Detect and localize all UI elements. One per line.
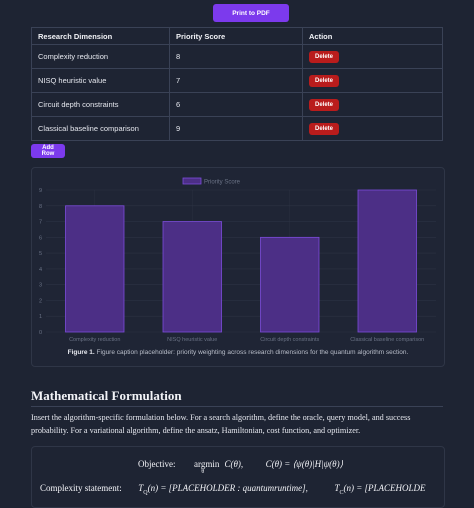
score-cell: 9	[169, 116, 303, 141]
action-cell: Delete	[302, 92, 443, 117]
objective-expression: C(θ),	[222, 459, 244, 469]
dimension-cell: Complexity reduction	[31, 44, 170, 69]
chart-bar	[260, 236, 320, 333]
delete-row-button[interactable]: Delete	[309, 122, 340, 135]
table-header-row: Research Dimension Priority Score Action	[31, 27, 443, 45]
table-row: NISQ heuristic value 7 Delete	[31, 68, 443, 93]
y-tick-label: 0	[39, 330, 42, 336]
score-cell: 7	[169, 68, 303, 93]
chart-bar	[162, 221, 222, 333]
y-tick-label: 2	[39, 298, 42, 304]
research-dimensions-table-container: Research Dimension Priority Score Action…	[31, 27, 443, 141]
math-section-title: Mathematical Formulation	[31, 388, 182, 403]
add-row-button[interactable]: Add Row	[31, 144, 65, 158]
table-row: Classical baseline comparison 9 Delete	[31, 116, 443, 141]
column-header-score: Priority Score	[169, 27, 303, 45]
objective-equation: Objective: argminθ C(θ), C(θ) = ⟨ψ(θ)|H|…	[138, 459, 344, 475]
chart-bar	[65, 205, 125, 333]
classical-runtime-expression: (n) = [PLACEHOLDE	[343, 483, 426, 493]
math-section-paragraph: Insert the algorithm-specific formulatio…	[31, 413, 411, 435]
legend-label: Priority Score	[204, 180, 241, 186]
action-cell: Delete	[302, 68, 443, 93]
action-cell: Delete	[302, 44, 443, 69]
legend-swatch	[182, 177, 202, 185]
figure-caption-text: Figure caption placeholder: priority wei…	[94, 349, 409, 356]
y-tick-label: 4	[39, 267, 42, 273]
dimension-cell: Classical baseline comparison	[31, 116, 170, 141]
x-tick-label: NISQ heuristic value	[167, 337, 217, 343]
dimension-cell: NISQ heuristic value	[31, 68, 170, 93]
x-tick-label: Circuit depth constraints	[260, 337, 319, 343]
score-cell: 6	[169, 92, 303, 117]
table-row: Complexity reduction 8 Delete	[31, 44, 443, 69]
figure-caption: Figure 1. Figure caption placeholder: pr…	[32, 349, 444, 356]
table-row: Circuit depth constraints 6 Delete	[31, 92, 443, 117]
section-divider	[31, 406, 443, 407]
y-tick-label: 9	[39, 188, 42, 194]
dimension-cell: Circuit depth constraints	[31, 92, 170, 117]
x-tick-label: Complexity reduction	[69, 337, 120, 343]
score-cell: 8	[169, 44, 303, 69]
y-tick-label: 3	[39, 283, 42, 289]
figure-caption-label: Figure 1.	[67, 349, 95, 356]
y-tick-label: 8	[39, 204, 42, 210]
quantum-runtime-expression: (n) = [PLACEHOLDER : quantumruntime],	[147, 483, 308, 493]
complexity-label: Complexity statement:	[40, 483, 122, 493]
delete-row-button[interactable]: Delete	[309, 50, 340, 63]
priority-bar-chart: 0 1 2 3 4 5 6 7 8 9 Complexity reduction NISQ heuri…	[39, 177, 436, 343]
y-tick-label: 1	[39, 314, 42, 320]
y-tick-label: 7	[39, 220, 42, 226]
objective-subscript: θ	[201, 469, 205, 475]
delete-row-button[interactable]: Delete	[309, 74, 340, 87]
print-to-pdf-button[interactable]: Print to PDF	[213, 4, 289, 22]
complexity-equation: Complexity statement: TQ(n) = [PLACEHOLD…	[40, 483, 426, 496]
delete-row-button[interactable]: Delete	[309, 98, 340, 111]
objective-argmin: argmin	[194, 459, 220, 469]
chart-card: 0 1 2 3 4 5 6 7 8 9 Complexity reduction NISQ heuri…	[31, 167, 445, 367]
column-header-dimension: Research Dimension	[31, 27, 170, 45]
y-tick-label: 6	[39, 235, 42, 241]
research-dimensions-table: Research Dimension Priority Score Action…	[31, 27, 443, 141]
action-cell: Delete	[302, 116, 443, 141]
chart-bar	[357, 189, 417, 333]
y-tick-label: 5	[39, 251, 42, 257]
x-tick-label: Classical baseline comparison	[350, 337, 424, 343]
objective-label: Objective:	[138, 459, 176, 469]
column-header-action: Action	[302, 27, 443, 45]
objective-definition: C(θ) = ⟨ψ(θ)|H|ψ(θ)⟩	[265, 459, 344, 469]
